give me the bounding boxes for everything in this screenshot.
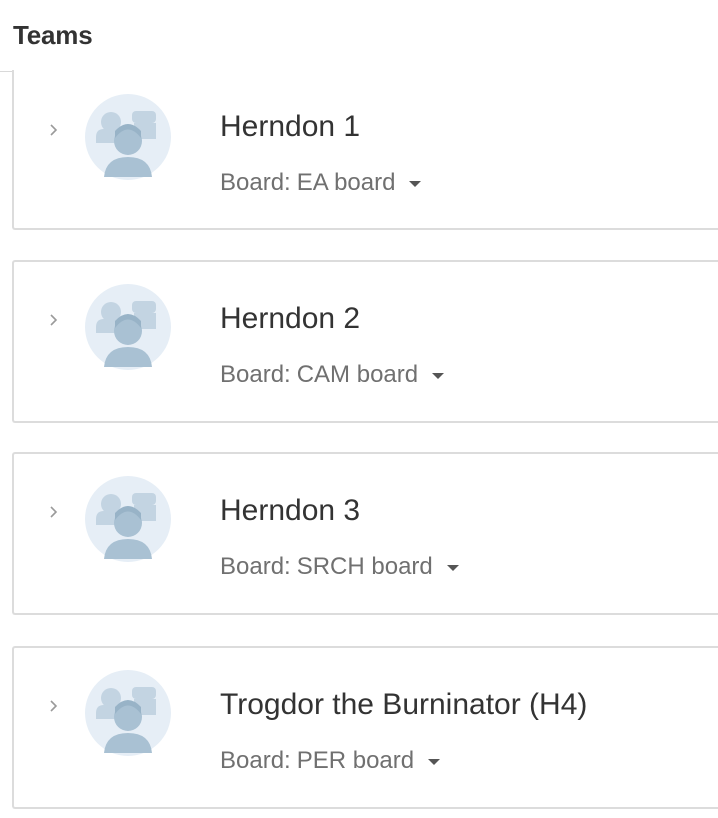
team-card: Herndon 2 Board: CAM board — [12, 260, 718, 423]
chevron-right-icon[interactable] — [47, 123, 61, 137]
team-name[interactable]: Herndon 3 — [220, 496, 360, 526]
team-card: Herndon 3 Board: SRCH board — [12, 452, 718, 615]
team-name[interactable]: Trogdor the Burninator (H4) — [220, 690, 587, 720]
team-name[interactable]: Herndon 2 — [220, 304, 360, 334]
board-label: Board: — [220, 169, 291, 196]
caret-down-icon — [432, 373, 445, 379]
board-value: EA board — [296, 169, 396, 196]
board-dropdown[interactable]: Board: PER board — [220, 747, 441, 774]
team-name[interactable]: Herndon 1 — [220, 112, 360, 142]
chevron-right-icon[interactable] — [47, 505, 61, 519]
team-card: Trogdor the Burninator (H4) Board: PER b… — [12, 646, 718, 809]
board-value: CAM board — [296, 361, 419, 388]
board-label: Board: — [220, 747, 291, 774]
board-dropdown[interactable]: Board: EA board — [220, 169, 422, 196]
team-card: Herndon 1 Board: EA board — [12, 70, 718, 230]
board-dropdown[interactable]: Board: CAM board — [220, 361, 445, 388]
board-label: Board: — [220, 553, 291, 580]
caret-down-icon — [409, 181, 422, 187]
team-avatar-icon — [84, 669, 172, 757]
team-avatar-icon — [84, 283, 172, 371]
team-avatar-icon — [84, 93, 172, 181]
page-title: Teams — [13, 20, 93, 50]
board-value: SRCH board — [296, 553, 433, 580]
caret-down-icon — [446, 565, 459, 571]
board-value: PER board — [296, 747, 415, 774]
chevron-right-icon[interactable] — [47, 699, 61, 713]
caret-down-icon — [428, 759, 441, 765]
chevron-right-icon[interactable] — [47, 313, 61, 327]
page-header: Teams — [0, 0, 718, 72]
team-avatar-icon — [84, 475, 172, 563]
board-dropdown[interactable]: Board: SRCH board — [220, 555, 459, 579]
board-label: Board: — [220, 361, 291, 388]
